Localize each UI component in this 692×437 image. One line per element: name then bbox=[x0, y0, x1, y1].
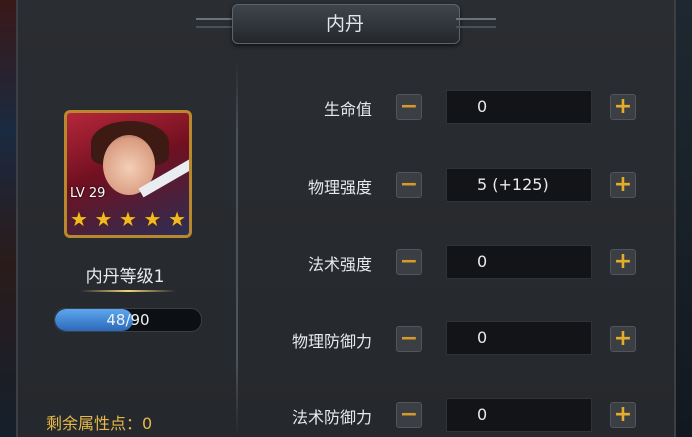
star-icon: ★ bbox=[70, 207, 88, 231]
attribute-label-physical-defense: 物理防御力 bbox=[291, 332, 372, 351]
plus-icon: + bbox=[613, 172, 633, 197]
minus-icon: − bbox=[399, 326, 419, 351]
exp-progress-text: 48/90 bbox=[106, 311, 150, 329]
plus-icon: + bbox=[613, 94, 633, 119]
decrease-magic-defense-button[interactable]: − bbox=[396, 402, 422, 428]
minus-icon: − bbox=[399, 402, 419, 427]
title-ornament-left bbox=[196, 18, 236, 28]
magic-power-value-field: 0 bbox=[446, 245, 592, 279]
neidan-level-label: 内丹等级1 bbox=[85, 267, 165, 287]
star-rating: ★ ★ ★ ★ ★ bbox=[70, 208, 186, 230]
star-icon: ★ bbox=[119, 207, 137, 231]
star-icon: ★ bbox=[94, 207, 113, 231]
physical-power-value-field: 5 (+125) bbox=[446, 168, 592, 202]
plus-icon: + bbox=[613, 402, 633, 427]
increase-physical-power-button[interactable]: + bbox=[610, 172, 636, 198]
hero-level: LV 29 bbox=[70, 186, 106, 201]
decrease-physical-power-button[interactable]: − bbox=[396, 172, 422, 198]
star-icon: ★ bbox=[143, 207, 162, 231]
increase-hp-button[interactable]: + bbox=[610, 94, 636, 120]
plus-icon: + bbox=[613, 326, 633, 351]
attribute-label-hp: 生命值 bbox=[323, 100, 372, 119]
star-icon: ★ bbox=[168, 207, 186, 231]
increase-physical-defense-button[interactable]: + bbox=[610, 326, 636, 352]
minus-icon: − bbox=[399, 172, 419, 197]
minus-icon: − bbox=[399, 249, 419, 274]
magic-defense-value-field: 0 bbox=[446, 398, 592, 432]
physical-defense-value-field: 0 bbox=[446, 321, 592, 355]
exp-progress-bar: 48/90 bbox=[54, 308, 202, 332]
decrease-physical-defense-button[interactable]: − bbox=[396, 326, 422, 352]
attribute-label-magic-power: 法术强度 bbox=[307, 255, 372, 274]
increase-magic-power-button[interactable]: + bbox=[610, 249, 636, 275]
background-right-edge bbox=[676, 0, 692, 437]
minus-icon: − bbox=[399, 94, 419, 119]
decrease-magic-power-button[interactable]: − bbox=[396, 249, 422, 275]
attribute-label-physical-power: 物理强度 bbox=[307, 178, 372, 197]
glow-divider bbox=[80, 290, 176, 292]
decrease-hp-button[interactable]: − bbox=[396, 94, 422, 120]
hp-value-field: 0 bbox=[446, 90, 592, 124]
title-ornament-right bbox=[456, 18, 496, 28]
attribute-label-magic-defense: 法术防御力 bbox=[291, 408, 372, 427]
increase-magic-defense-button[interactable]: + bbox=[610, 402, 636, 428]
plus-icon: + bbox=[613, 249, 633, 274]
panel-title: 内丹 bbox=[325, 13, 364, 35]
remaining-points-label: 剩余属性点：0 bbox=[46, 414, 153, 433]
